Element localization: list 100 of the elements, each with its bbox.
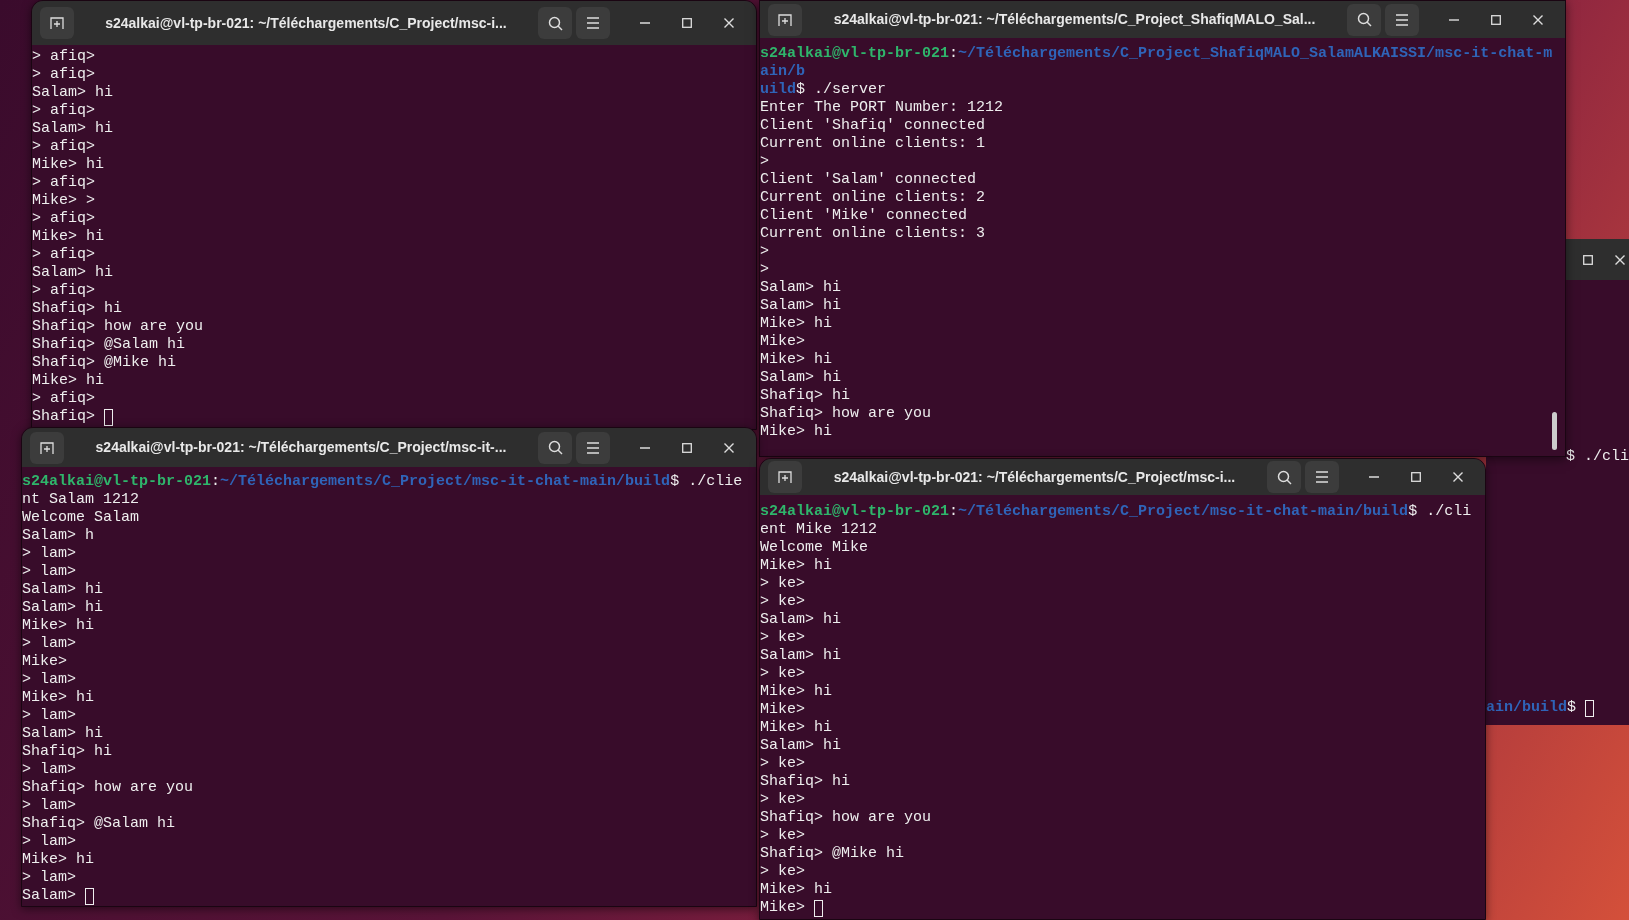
terminal-line: Salam> hi <box>760 611 841 629</box>
menu-icon <box>586 17 600 29</box>
terminal-line: Mike> > <box>32 192 95 210</box>
terminal-line: Salam> hi <box>760 279 841 297</box>
terminal-line: Salam> hi <box>32 84 113 102</box>
terminal-line: Mike> hi <box>32 372 104 390</box>
terminal-line: > afiq> <box>32 246 95 264</box>
close-icon <box>724 18 734 28</box>
terminal-line: > afiq> <box>32 138 95 156</box>
minimize-icon <box>640 22 650 24</box>
terminal-line: Shafiq> <box>32 408 96 426</box>
menu-button[interactable] <box>576 431 610 464</box>
terminal-line: Mike> hi <box>760 315 832 333</box>
terminal-line: Enter The PORT Number: 1212 <box>760 99 1004 117</box>
terminal-line: Client 'Mike' connected <box>760 207 968 225</box>
terminal-line: Current online clients: 3 <box>760 225 986 243</box>
terminal-line: $ ./cli <box>1566 448 1629 466</box>
maximize-icon <box>1491 14 1501 25</box>
terminal-line: Mike> hi <box>22 617 94 635</box>
menu-button[interactable] <box>1305 461 1339 493</box>
prompt-user: s24alkai@vl-tp-br-021 <box>22 473 212 491</box>
prompt-path: ain/b <box>760 63 805 81</box>
search-button[interactable] <box>1267 461 1301 493</box>
terminal-line: $ ./cli <box>1408 503 1472 521</box>
terminal-line: Shafiq> @Mike hi <box>32 354 177 372</box>
terminal-line: > <box>760 153 769 171</box>
terminal-line: : <box>211 473 221 491</box>
search-button[interactable] <box>538 7 572 39</box>
prompt-user: s24alkai@vl-tp-br-021 <box>760 45 950 63</box>
terminal-line: Mike> hi <box>760 719 832 737</box>
terminal-line: Salam> hi <box>22 725 103 743</box>
terminal-line: > lam> <box>22 563 76 581</box>
terminal-line: Salam> h <box>22 527 94 545</box>
search-button[interactable] <box>538 431 572 464</box>
terminal-line: > afiq> <box>32 102 95 120</box>
terminal-line: Mike> hi <box>32 228 104 246</box>
window-title: s24alkai@vl-tp-br-021: ~/Téléchargements/C_Project/msc-it-... <box>95 438 507 457</box>
prompt-path: ~/Téléchargements/C_Project_ShafiqMALO_SalamALKAISSI/msc-it-chat-m <box>958 45 1553 63</box>
terminal-line: $ <box>1567 699 1578 717</box>
terminal-line: Shafiq> how are you <box>32 318 204 336</box>
terminal-line: Salam> hi <box>760 647 841 665</box>
terminal-line: Mike> hi <box>760 557 832 575</box>
minimize-icon <box>640 446 650 449</box>
new-tab-icon <box>778 470 792 484</box>
prompt-path: ain/build <box>1486 699 1567 717</box>
terminal-line: Current online clients: 2 <box>760 189 986 207</box>
terminal-line: ent Mike 1212 <box>760 521 878 539</box>
maximize-icon <box>1583 254 1593 265</box>
close-icon <box>1533 14 1543 25</box>
terminal-line: > lam> <box>22 635 76 653</box>
search-icon <box>1356 12 1372 27</box>
new-tab-button[interactable] <box>40 7 74 39</box>
prompt-path: ~/Téléchargements/C_Project/msc-it-chat-main/build <box>220 473 671 491</box>
terminal-line: > afiq> <box>32 48 95 66</box>
menu-icon <box>586 441 600 454</box>
terminal-line: $ ./clie <box>670 473 743 491</box>
terminal-line: > lam> <box>22 797 76 815</box>
terminal-line: Mike> hi <box>32 156 104 174</box>
menu-button[interactable] <box>1385 3 1419 36</box>
terminal-line: $ ./server <box>796 81 887 99</box>
terminal-line: Salam> hi <box>760 297 841 315</box>
terminal-line: : <box>949 503 959 521</box>
terminal-line: > ke> <box>760 755 805 773</box>
menu-icon <box>1395 13 1409 26</box>
terminal-line: Welcome Salam <box>22 509 140 527</box>
search-icon <box>547 15 563 31</box>
terminal-line: > ke> <box>760 791 805 809</box>
terminal-line: > afiq> <box>32 282 95 300</box>
terminal-line: Mike> <box>760 333 805 351</box>
terminal-line: Shafiq> hi <box>32 300 122 318</box>
new-tab-button[interactable] <box>768 3 802 36</box>
new-tab-icon <box>40 440 54 455</box>
terminal-line: > ke> <box>760 665 805 683</box>
terminal-line: Shafiq> @Salam hi <box>32 336 186 354</box>
search-icon <box>547 440 563 455</box>
window-title: s24alkai@vl-tp-br-021: ~/Téléchargements/C_Project/msc-i... <box>105 13 507 33</box>
terminal-line: Mike> hi <box>22 689 94 707</box>
terminal-line: > ke> <box>760 575 805 593</box>
terminal-line: Mike> hi <box>760 881 832 899</box>
terminal-line: Shafiq> hi <box>22 743 112 761</box>
terminal-line: > ke> <box>760 593 805 611</box>
terminal-line: Mike> <box>760 899 806 917</box>
new-tab-button[interactable] <box>768 461 802 493</box>
terminal-line: Mike> hi <box>22 851 94 869</box>
terminal-line: Shafiq> hi <box>760 387 850 405</box>
terminal-line: Shafiq> hi <box>760 773 850 791</box>
new-tab-button[interactable] <box>30 431 64 464</box>
window-title: s24alkai@vl-tp-br-021: ~/Téléchargements/C_Project_ShafiqMALO_Sal... <box>833 10 1316 29</box>
menu-button[interactable] <box>576 7 610 39</box>
terminal-line: Mike> <box>22 653 67 671</box>
prompt-path: ~/Téléchargements/C_Project/msc-it-chat-main/build <box>958 503 1409 521</box>
new-tab-icon <box>50 16 64 30</box>
terminal-line: Current online clients: 1 <box>760 135 986 153</box>
search-icon <box>1276 469 1292 485</box>
close-icon <box>724 442 734 453</box>
terminal-line: > afiq> <box>32 174 95 192</box>
terminal-line: Welcome Mike <box>760 539 869 557</box>
terminal-line: > <box>760 243 769 261</box>
terminal-line: > lam> <box>22 545 76 563</box>
search-button[interactable] <box>1347 3 1381 36</box>
